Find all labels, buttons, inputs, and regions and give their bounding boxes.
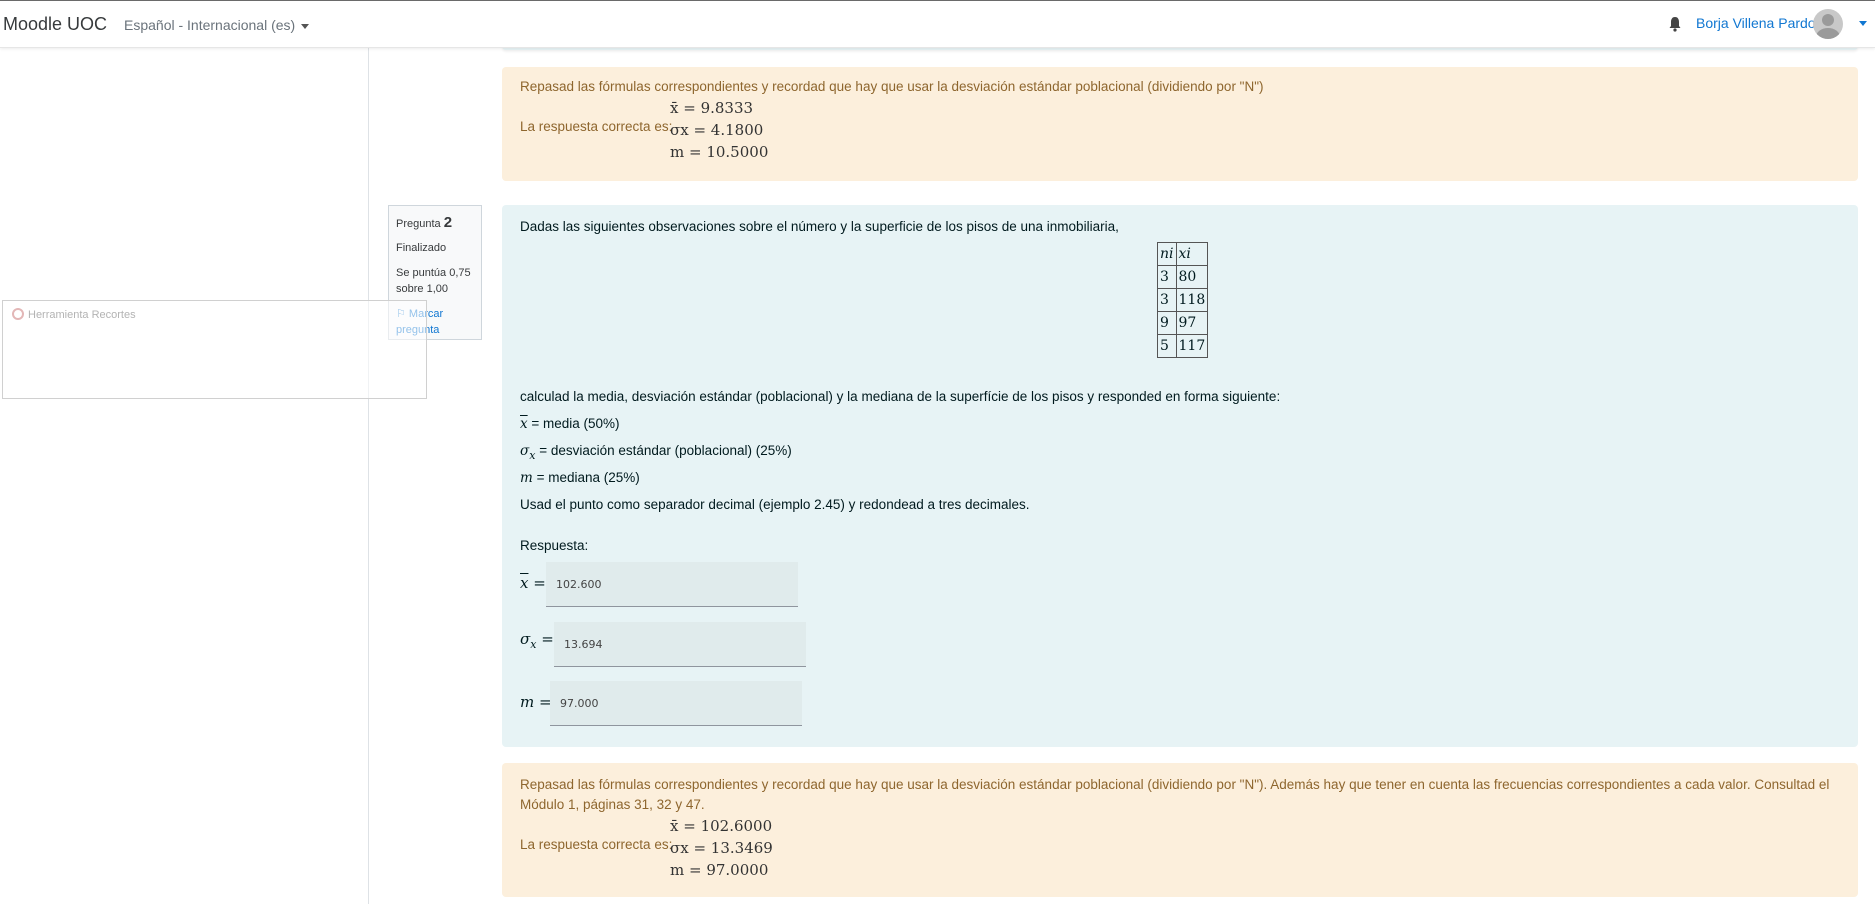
user-avatar-icon[interactable] [1813, 9, 1843, 39]
top-navbar: Moodle UOC Español - Internacional (es) … [0, 0, 1875, 48]
previous-correct-answer: x̄ = 9.8333 σx = 4.1800 m = 10.5000 [670, 97, 768, 163]
median-answer-row: m = 97.000 [520, 681, 820, 727]
snipping-tool-title-text: Herramienta Recortes [28, 309, 136, 321]
median-answer-input[interactable]: 97.000 [550, 681, 802, 726]
answer-label: Respuesta: [520, 538, 589, 553]
question-content: Dadas las siguientes observaciones sobre… [502, 205, 1858, 747]
left-drawer [0, 48, 369, 904]
avatar-head [1822, 14, 1834, 26]
question-correct-median: m = 97.0000 [670, 861, 769, 879]
question-intro: Dadas las siguientes observaciones sobre… [520, 219, 1119, 234]
table-cell: 118 [1175, 288, 1209, 312]
mean-description: = media (50%) [531, 416, 620, 431]
previous-correct-sd: σx = 4.1800 [670, 121, 764, 139]
question-number: Pregunta 2 [396, 214, 474, 231]
question-feedback: Repasad las fórmulas correspondientes y … [502, 763, 1858, 897]
question-number-value: 2 [443, 214, 453, 231]
question-correct-label: La respuesta correcta es: [520, 837, 673, 852]
question-feedback-text: Repasad las fórmulas correspondientes y … [520, 777, 1830, 812]
previous-feedback-text: Repasad las fórmulas correspondientes y … [520, 79, 1264, 94]
table-cell: 117 [1175, 334, 1209, 358]
table-cell: 5 [1157, 334, 1177, 358]
bell-icon[interactable] [1668, 16, 1682, 32]
header-ni: ni [1160, 246, 1174, 262]
previous-correct-mean: x̄ = 9.8333 [670, 99, 754, 117]
mean-answer-input[interactable]: 102.600 [546, 562, 798, 607]
snipping-tool-window[interactable]: Herramienta Recortes [2, 300, 427, 399]
sd-description: = desviación estándar (poblacional) (25%… [539, 443, 792, 458]
table-header: xi [1175, 242, 1209, 266]
question-correct-mean: x̄ = 102.6000 [670, 817, 773, 835]
sd-answer-row: σx = 13.694 [520, 622, 820, 668]
snipping-tool-title: Herramienta Recortes [12, 308, 136, 321]
question-grade: Se puntúa 0,75 sobre 1,00 [396, 267, 471, 295]
avatar-body [1816, 28, 1840, 39]
median-symbol: m [520, 470, 533, 486]
sd-answer-label: σx = [520, 630, 554, 651]
sd-symbol: σx [520, 443, 536, 462]
mean-answer-row: x = 102.600 [520, 562, 820, 608]
table-cell: 9 [1157, 311, 1177, 335]
site-brand[interactable]: Moodle UOC [3, 14, 107, 35]
previous-correct-label: La respuesta correcta es: [520, 119, 673, 134]
language-menu[interactable]: Español - Internacional (es) [124, 17, 310, 33]
table-cell: 80 [1175, 265, 1209, 289]
table-row: 5 117 [1157, 334, 1209, 358]
language-label: Español - Internacional (es) [124, 17, 296, 33]
sd-definition: σx = desviación estándar (poblacional) (… [520, 443, 792, 462]
question-label: Pregunta [396, 218, 441, 230]
table-cell: 3 [1157, 288, 1177, 312]
table-cell: 3 [1157, 265, 1177, 289]
median-definition: m = mediana (25%) [520, 470, 640, 486]
median-answer-label: m = [520, 693, 552, 711]
previous-correct-median: m = 10.5000 [670, 143, 769, 161]
mean-definition: x = media (50%) [520, 416, 620, 432]
user-menu-name[interactable]: Borja Villena Pardo [1696, 15, 1816, 31]
median-description: = mediana (25%) [536, 470, 640, 485]
mean-symbol: x [520, 416, 528, 432]
question-correct-answer: x̄ = 102.6000 σx = 13.3469 m = 97.0000 [670, 815, 773, 881]
previous-feedback: Repasad las fórmulas correspondientes y … [502, 67, 1858, 181]
observations-table: ni xi 3 80 3 118 9 97 5 117 [1157, 242, 1209, 358]
table-header: ni [1157, 242, 1177, 266]
table-row: 3 80 [1157, 265, 1209, 289]
scissors-icon [12, 308, 24, 320]
question-correct-sd: σx = 13.3469 [670, 839, 773, 857]
user-menu-chevron-icon[interactable] [1859, 21, 1867, 26]
table-header-row: ni xi [1157, 242, 1209, 266]
chevron-down-icon [301, 23, 310, 29]
header-xi: xi [1178, 246, 1191, 262]
decimal-note: Usad el punto como separador decimal (ej… [520, 497, 1030, 512]
table-row: 9 97 [1157, 311, 1209, 335]
mean-answer-label: x = [520, 574, 546, 592]
question-state: Finalizado [396, 242, 447, 254]
table-row: 3 118 [1157, 288, 1209, 312]
table-cell: 97 [1175, 311, 1209, 335]
sd-answer-input[interactable]: 13.694 [554, 622, 806, 667]
question-instruction: calculad la media, desviación estándar (… [520, 389, 1281, 404]
